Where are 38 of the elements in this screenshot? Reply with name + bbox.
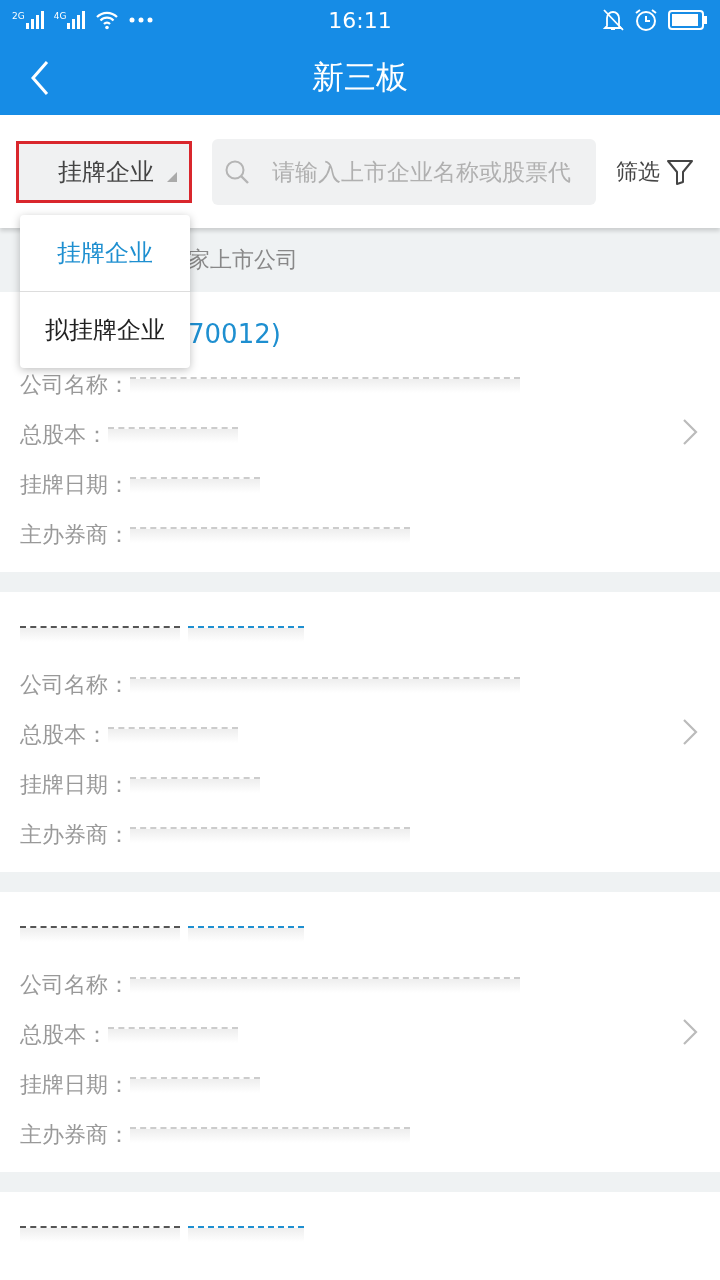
signal-icon	[67, 11, 86, 29]
field-label: 主办券商：	[20, 521, 130, 549]
field-label: 总股本：	[20, 1021, 108, 1049]
company-card[interactable]: 公司名称： 总股本： 挂牌日期： 主办券商：	[0, 892, 720, 1172]
battery-icon	[668, 10, 708, 30]
search-icon	[224, 158, 250, 185]
muted-bell-icon	[602, 8, 624, 32]
alarm-clock-icon	[634, 8, 658, 32]
back-icon	[30, 60, 50, 96]
clock-time: 16:11	[327, 7, 393, 33]
field-label: 总股本：	[20, 721, 108, 749]
field-label: 挂牌日期：	[20, 771, 130, 799]
company-card[interactable]: 公司名称： 总股本： 挂牌日期： 主办券商：	[0, 592, 720, 872]
filter-button[interactable]: 筛选	[616, 156, 694, 187]
chevron-right-icon	[682, 418, 698, 446]
field-label: 主办券商：	[20, 821, 130, 849]
search-field[interactable]: 请输入上市企业名称或股票代	[212, 138, 596, 205]
menu-item[interactable]: 拟挂牌企业	[20, 291, 190, 368]
more-icon	[129, 17, 154, 23]
field-label: 公司名称：	[20, 371, 130, 399]
filter-icon	[666, 157, 694, 186]
field-label: 挂牌日期：	[20, 471, 130, 499]
field-label: 总股本：	[20, 421, 108, 449]
field-label: 公司名称：	[20, 671, 130, 699]
network-label: 2G	[12, 11, 25, 21]
page-title: 新三板	[312, 56, 408, 98]
chevron-right-icon	[682, 718, 698, 746]
dropdown-corner-icon	[167, 171, 177, 182]
chevron-right-icon	[682, 1018, 698, 1046]
stock-code: 70012)	[188, 319, 281, 349]
signal-icon	[25, 11, 44, 29]
field-label: 挂牌日期：	[20, 1071, 130, 1099]
field-label: 公司名称：	[20, 971, 130, 999]
menu-item[interactable]: 挂牌企业	[20, 215, 190, 291]
type-dropdown[interactable]: 挂牌企业	[16, 140, 192, 203]
network-label: 4G	[53, 11, 67, 21]
wifi-icon	[95, 10, 120, 30]
field-label: 主办券商：	[20, 1121, 130, 1149]
